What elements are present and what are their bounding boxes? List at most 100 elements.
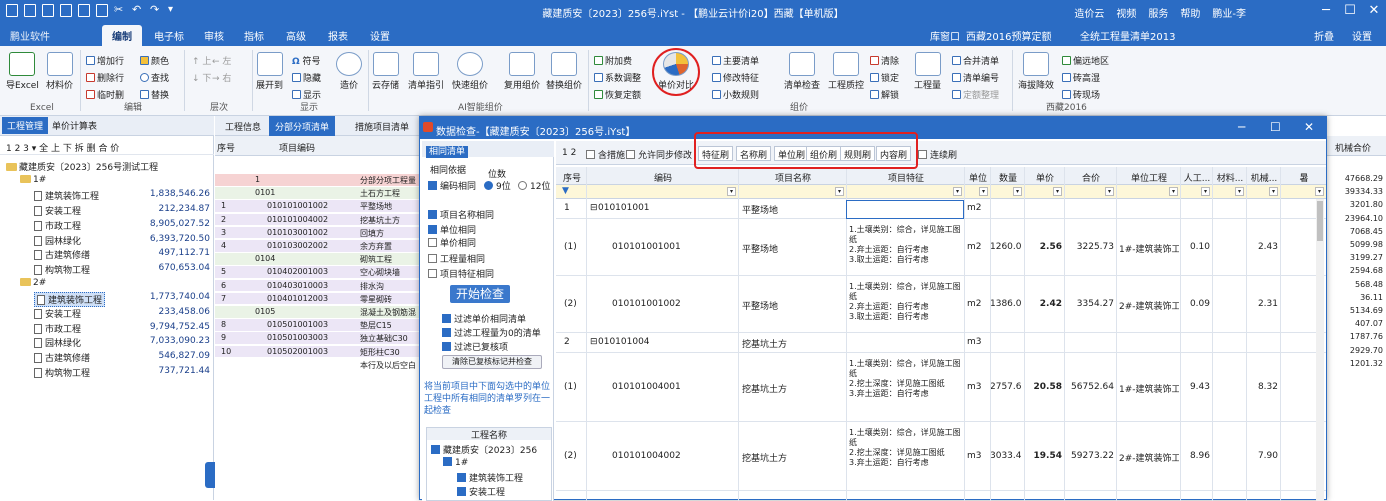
tree-item[interactable]: 古建筑修缮 546,827.09 [0,349,214,364]
add-row-button[interactable]: 增加行 [86,54,124,67]
filter-dropdown-icon[interactable]: ▾ [1315,187,1324,196]
decimal-rule-button[interactable]: 小数规则 [712,88,759,101]
service-link[interactable]: 服务 [1148,5,1168,20]
boq-item-row[interactable]: (2) 010101001002 平整场地 1.土壤类别：综合，详见施工图纸 2.弃土运… [556,276,1326,333]
boq-row[interactable]: 1 010101001002 平整场地 [215,200,425,212]
tree-item[interactable]: 古建筑修缮 497,112.71 [0,246,214,261]
level-right-button[interactable]: → 右 [212,71,231,84]
boq-row[interactable]: 8 010501001003 垫层C15 [215,319,425,331]
reuse-price-button[interactable]: 复用组价 [504,52,540,91]
edit-feature-button[interactable]: 修改特征 [712,71,759,84]
tree-item[interactable]: 1# [0,173,214,188]
digits-12-radio[interactable]: 12位 [518,179,550,192]
boq-item-row[interactable]: (2) 010101004002 挖基坑土方 1.土壤类别：综合，详见施工图纸 2.挖土… [556,422,1326,491]
tab-index[interactable]: 指标 [244,28,264,43]
help-link[interactable]: 帮助 [1180,5,1200,20]
replace-price-button[interactable]: 替换组价 [546,52,582,91]
close-button[interactable]: ✕ [1364,2,1384,20]
boq-row[interactable]: 0104 砌筑工程 [215,253,425,265]
code-same-checkbox[interactable]: 编码相同 [428,179,476,192]
export-excel-button[interactable]: 导Excel [6,52,39,91]
project-toolbar[interactable]: 1 2 3 ▾ 全 上 下 拆 删 合 价 [0,137,214,155]
qty-same-checkbox[interactable]: 工程量相同 [428,252,485,265]
filter-icon[interactable]: ▼ [562,186,569,196]
quantity-button[interactable]: 工程量 [914,52,941,91]
expand-to-button[interactable]: 展开到 [256,52,283,91]
dialog-maximize-button[interactable]: ☐ [1270,120,1281,134]
tab-project-info[interactable]: 工程信息 [225,120,261,133]
video-link[interactable]: 视频 [1116,5,1136,20]
temp-delete-button[interactable]: 临时删 [86,88,124,101]
quick-price-button[interactable]: 快速组价 [452,52,488,91]
delete-row-button[interactable]: 删除行 [86,71,124,84]
tree-item[interactable]: 园林绿化 7,033,090.23 [0,334,214,349]
tab-e-bid[interactable]: 电子标 [154,28,184,43]
boq-row[interactable]: 2 010101004002 挖基坑土方 [215,213,425,226]
quality-control-button[interactable]: 工程质控 [828,52,864,91]
panel-collapse-handle[interactable] [205,462,215,488]
grid-col-header[interactable]: 机械... [1249,171,1279,184]
filter-dropdown-icon[interactable]: ▾ [979,187,988,196]
filter-reviewed-checkbox[interactable]: 过滤已复核项 [442,340,508,353]
grid-col-header[interactable]: 单价 [1027,171,1063,184]
tab-unit-price-table[interactable]: 单价计算表 [52,119,97,132]
symbol-button[interactable]: Ω 符号 [292,54,321,67]
tree-item[interactable]: 建筑装饰工程 1,838,546.26 [0,187,214,202]
tree-item[interactable]: 构筑物工程 670,653.04 [0,261,214,276]
altitude-button[interactable]: 海拔降效 [1018,52,1054,91]
start-check-button[interactable]: 开始检查 [450,285,510,303]
group-row[interactable]: 2 010101004 ⊟ 挖基坑土方 m3 [556,333,1326,353]
boq-item-row[interactable]: (1) 010101001001 平整场地 1.土壤类别：综合，详见施工图纸 2.弃土运… [556,219,1326,276]
grid-col-header[interactable]: 暑 [1283,171,1325,184]
tree-item[interactable]: 2# [0,276,214,291]
boq-row[interactable]: 0105 混凝土及钢筋混 [215,306,425,318]
dialog-minimize-button[interactable]: ─ [1238,120,1245,134]
tree-root[interactable]: 藏建质安〔2023〕256 [431,443,537,456]
boq-selector[interactable]: 全统工程量清单2013 [1080,28,1175,43]
filter-dropdown-icon[interactable]: ▾ [1169,187,1178,196]
grid-col-header[interactable]: 材料... [1215,171,1245,184]
collapse-icon[interactable]: ⊟ [590,337,598,347]
price-same-checkbox[interactable]: 单价相同 [428,236,476,249]
restore-quota-button[interactable]: 恢复定额 [594,88,641,101]
user-menu[interactable]: 鹏业-李 [1212,5,1246,20]
tree-item[interactable]: 市政工程 9,794,752.45 [0,320,214,335]
boq-row[interactable]: 10 010502001003 矩形柱C30 [215,345,425,358]
clear-reviewed-button[interactable]: 清除已复核标记并检查 [442,355,542,369]
same-boq-tab[interactable]: 相同清单 [422,141,554,158]
tab-report[interactable]: 报表 [328,28,348,43]
boq-check-button[interactable]: 清单检查 [784,52,820,91]
tab-advanced[interactable]: 高级 [286,28,306,43]
selected-cell[interactable] [846,200,964,219]
name-same-checkbox[interactable]: 项目名称相同 [428,208,494,221]
grid-col-header[interactable]: 项目名称 [741,171,845,184]
grid-col-header[interactable]: 人工... [1183,171,1211,184]
grid-scrollbar[interactable] [1316,199,1324,501]
sync-edit-checkbox[interactable]: 允许同步修改 [626,148,692,161]
main-boq-button[interactable]: 主要清单 [712,54,759,67]
tree-node-1[interactable]: 1# [443,457,468,468]
filter-dropdown-icon[interactable]: ▾ [953,187,962,196]
filter-dropdown-icon[interactable]: ▾ [1053,187,1062,196]
grid-col-header[interactable]: 合价 [1067,171,1115,184]
tree-item[interactable]: 市政工程 8,905,027.52 [0,217,214,232]
lock-button[interactable]: 锁定 [870,71,899,84]
coef-adjust-button[interactable]: 系数调整 [594,71,641,84]
feature-same-checkbox[interactable]: 项目特征相同 [428,267,494,280]
filter-dropdown-icon[interactable]: ▾ [1269,187,1278,196]
minimize-button[interactable]: ─ [1316,2,1336,20]
filter-dropdown-icon[interactable]: ▾ [1201,187,1210,196]
grid-col-header[interactable]: 单位工程 [1119,171,1179,184]
level-down-button[interactable]: ↓ 下 [192,71,211,84]
tab-boq[interactable]: 分部分项清单 [269,116,336,137]
maximize-button[interactable]: ☐ [1340,2,1360,20]
boq-row[interactable]: 7 010401012003 零星砌砖 [215,292,425,305]
settings-button[interactable]: 设置 [1352,28,1372,43]
tree-item[interactable]: 园林绿化 6,393,720.50 [0,232,214,247]
tree-item[interactable]: 安装工程 233,458.06 [0,305,214,320]
boq-row[interactable]: 3 010103001002 回填方 [215,226,425,239]
tree-node-building[interactable]: 建筑装饰工程 [457,471,523,484]
boq-number-button[interactable]: 清单编号 [952,71,999,84]
filter-dropdown-icon[interactable]: ▾ [1105,187,1114,196]
level-buttons[interactable]: 1 2 [562,148,576,158]
